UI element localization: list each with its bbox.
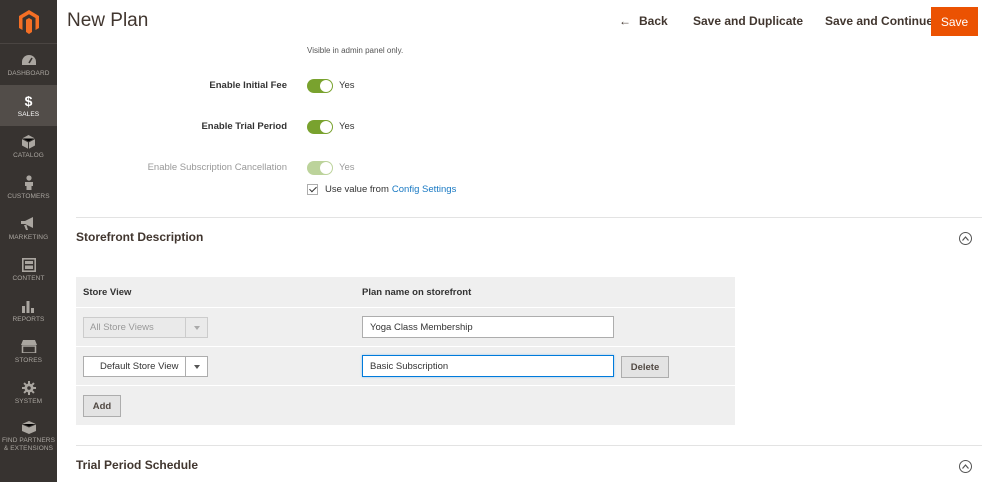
store-view-select-value: All Store Views [90,322,154,333]
trial-period-toggle[interactable] [307,120,333,134]
config-settings-link[interactable]: Config Settings [392,184,456,195]
sidebar-item-label: DASHBOARD [7,69,50,77]
gear-icon [21,380,36,396]
page-content: Visible in admin panel only. Enable Init… [57,44,1000,482]
box-icon [21,419,36,435]
field-hint: Visible in admin panel only. [307,46,404,55]
trial-period-row: Enable Trial Period Yes [57,117,917,137]
layout-icon [21,257,36,273]
person-icon [24,175,34,191]
sidebar-item-label: FIND PARTNERS & EXTENSIONS [1,437,56,452]
sidebar-item-catalog[interactable]: CATALOG [0,126,57,167]
initial-fee-label: Enable Initial Fee [209,80,287,91]
save-and-continue-button[interactable]: Save and Continue [825,14,933,28]
dollar-icon: $ [24,92,33,109]
trial-period-schedule-title[interactable]: Trial Period Schedule [76,458,198,472]
section-divider [76,217,982,218]
cancellation-toggle [307,161,333,175]
section-divider [76,445,982,446]
save-and-duplicate-button[interactable]: Save and Duplicate [693,14,803,28]
bar-chart-icon [21,298,36,314]
initial-fee-row: Enable Initial Fee Yes [57,76,917,96]
sidebar-item-find-partners[interactable]: FIND PARTNERS & EXTENSIONS [0,413,57,459]
page-header: New Plan ← Back Save and Duplicate Save a… [57,0,1000,44]
store-view-select: All Store Views [83,317,208,338]
plan-name-input[interactable]: Basic Subscription [362,355,614,377]
cancellation-label: Enable Subscription Cancellation [147,162,287,173]
sidebar-item-system[interactable]: SYSTEM [0,372,57,413]
dropdown-arrow-icon [185,318,207,337]
storefront-description-title[interactable]: Storefront Description [76,230,203,244]
sidebar-item-marketing[interactable]: MARKETING [0,208,57,249]
cancellation-value: Yes [339,162,355,173]
magento-logo[interactable] [0,0,57,44]
sidebar-item-label: STORES [14,356,43,364]
sidebar-item-content[interactable]: CONTENT [0,249,57,290]
page-title: New Plan [67,10,149,31]
collapse-chevron-up-icon[interactable] [959,232,972,245]
sidebar-item-stores[interactable]: STORES [0,331,57,372]
delete-row-button[interactable]: Delete [621,356,669,378]
trial-period-label: Enable Trial Period [201,121,287,132]
plan-name-column-header: Plan name on storefront [362,287,472,298]
sidebar-item-customers[interactable]: CUSTOMERS [0,167,57,208]
use-config-row: Use value from Config Settings [307,184,456,195]
initial-fee-toggle[interactable] [307,79,333,93]
sidebar-item-label: CUSTOMERS [7,192,50,200]
initial-fee-value: Yes [339,80,355,91]
cancellation-row: Enable Subscription Cancellation Yes [57,158,917,178]
row-separator [76,307,735,308]
back-button[interactable]: ← Back [619,14,668,28]
use-config-checkbox[interactable] [307,184,318,195]
save-button[interactable]: Save [931,7,978,36]
dropdown-arrow-icon [185,357,207,376]
row-separator [76,346,735,347]
store-view-select[interactable]: Default Store View [83,356,208,377]
sidebar-item-label: CONTENT [12,274,45,282]
arrow-left-icon: ← [619,14,631,28]
sidebar-item-reports[interactable]: REPORTS [0,290,57,331]
sidebar-item-label: REPORTS [12,315,45,323]
collapse-chevron-up-icon[interactable] [959,460,972,473]
sidebar-item-label: MARKETING [8,233,49,241]
storefront-icon [20,339,37,355]
back-button-label: Back [639,14,668,28]
sidebar-item-sales[interactable]: $ SALES [0,85,57,126]
store-view-select-value: Default Store View [100,361,179,372]
sidebar-item-dashboard[interactable]: DASHBOARD [0,44,57,85]
sidebar-item-label: SALES [17,110,40,118]
use-config-text: Use value from [325,184,389,195]
add-row-button[interactable]: Add [83,395,121,417]
cube-icon [22,134,35,150]
store-view-column-header: Store View [83,287,132,298]
trial-period-value: Yes [339,121,355,132]
sidebar-item-label: CATALOG [13,151,44,159]
plan-name-input[interactable]: Yoga Class Membership [362,316,614,338]
row-separator [76,385,735,386]
admin-sidebar: DASHBOARD $ SALES CATALOG CUSTOMERS MARK… [0,0,57,482]
megaphone-icon [21,216,36,232]
dashboard-icon [21,52,37,68]
sidebar-item-label: SYSTEM [14,397,43,405]
storefront-description-grid: Store View Plan name on storefront All S… [76,277,735,425]
